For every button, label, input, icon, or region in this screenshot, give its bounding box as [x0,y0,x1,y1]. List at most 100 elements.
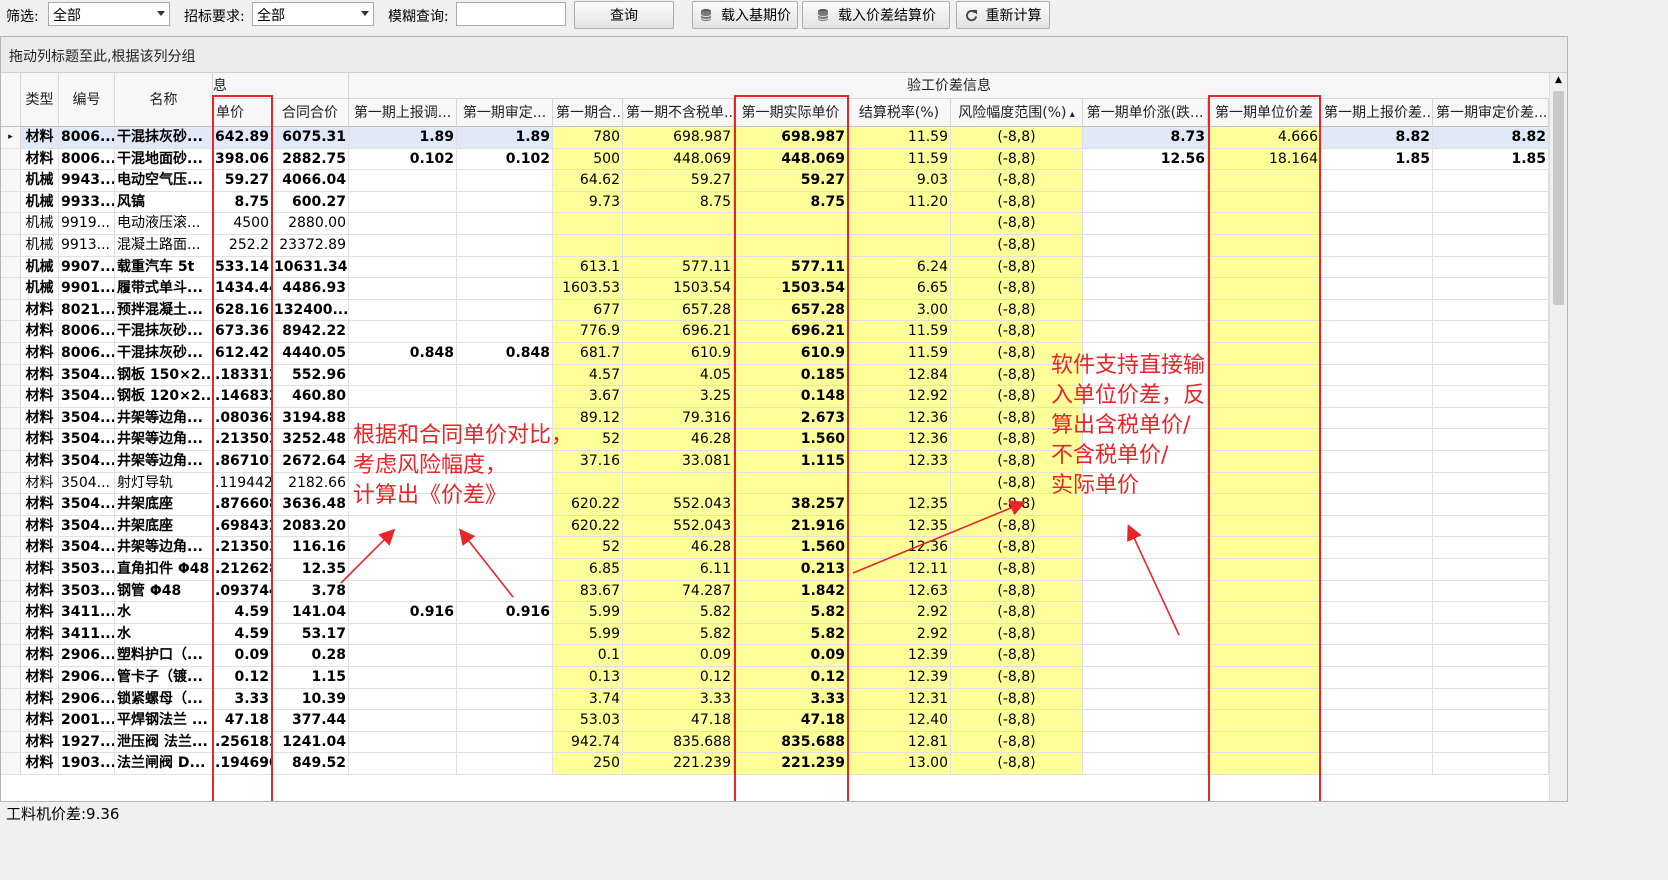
column-header-code[interactable]: 编号 [59,73,115,127]
cell-p1-reported-diff[interactable] [1321,213,1433,235]
cell-contract-total[interactable]: 2882.75 [272,148,349,171]
cell-name[interactable]: 电动空气压... [115,170,213,192]
cell-p1-unit-diff[interactable] [1208,213,1321,235]
cell-p1-reported-adj[interactable] [349,278,457,300]
cell-code[interactable]: 2906... [59,688,115,711]
cell-name[interactable]: 干混抹灰砂... [115,127,213,149]
cell-p1-actual-price[interactable]: 448.069 [734,148,848,171]
cell-p1-contract[interactable]: 64.62 [553,170,623,192]
cell-p1-approved[interactable] [457,235,553,257]
cell-p1-reported-diff[interactable] [1321,235,1433,257]
cell-settle-tax-rate[interactable] [848,472,951,495]
cell-unit-price[interactable]: 47.18 [213,710,272,732]
cell-name[interactable]: 井架等边角... [115,407,213,430]
cell-type[interactable]: 材料 [21,731,59,754]
cell-p1-reported-adj[interactable] [349,688,457,711]
cell-risk-range[interactable]: (-8,8) [951,148,1083,171]
cell-p1-contract[interactable]: 681.7 [553,343,623,365]
cell-name[interactable]: 平焊钢法兰 ... [115,710,213,732]
vertical-scroll-thumb[interactable] [1553,91,1564,305]
cell-type[interactable]: 材料 [21,472,59,495]
cell-p1-unit-diff[interactable] [1208,235,1321,257]
cell-unit-price[interactable]: 398.06 [213,148,272,171]
cell-p1-unit-diff[interactable] [1208,343,1321,365]
cell-code[interactable]: 3504... [59,451,115,473]
cell-p1-approved[interactable]: 0.916 [457,602,553,624]
row-indicator[interactable] [1,386,21,408]
cell-contract-total[interactable]: 2083.20 [272,515,349,538]
cell-p1-untaxed-price[interactable] [623,213,734,235]
cell-p1-price-change[interactable] [1083,191,1208,214]
load-base-price-button[interactable]: 载入基期价 [692,1,798,29]
cell-p1-approved[interactable] [457,170,553,192]
row-indicator[interactable] [1,645,21,667]
cell-p1-unit-diff[interactable] [1208,472,1321,495]
cell-settle-tax-rate[interactable]: 12.63 [848,580,951,603]
cell-risk-range[interactable]: (-8,8) [951,688,1083,711]
cell-unit-price[interactable]: .080368 [213,407,272,430]
cell-p1-contract[interactable]: 942.74 [553,731,623,754]
cell-p1-unit-diff[interactable]: 4.666 [1208,127,1321,149]
cell-p1-unit-diff[interactable] [1208,602,1321,624]
table-row[interactable]: 机械 9933... 风镐 8.75 600.27 9.73 8.75 8.75 11.20 (-… [1,191,1567,214]
cell-unit-price[interactable]: .256183 [213,731,272,754]
cell-contract-total[interactable]: 141.04 [272,602,349,624]
cell-risk-range[interactable]: (-8,8) [951,580,1083,603]
cell-code[interactable]: 8006... [59,127,115,149]
cell-unit-price[interactable]: 1434.44 [213,278,272,300]
cell-code[interactable]: 9913... [59,235,115,257]
row-indicator[interactable] [1,191,21,214]
cell-p1-reported-diff[interactable] [1321,515,1433,538]
row-indicator[interactable] [1,213,21,235]
cell-p1-reported-diff[interactable] [1321,667,1433,689]
filter-select[interactable]: 全部 [48,2,170,26]
cell-name[interactable]: 法兰闸阀 D... [115,753,213,775]
cell-p1-actual-price[interactable]: 0.12 [734,667,848,689]
cell-p1-untaxed-price[interactable]: 610.9 [623,343,734,365]
table-row[interactable]: 材料3504...井架底座.8766083636.48620.22552.043… [1,494,1567,516]
cell-name[interactable]: 井架等边角... [115,537,213,559]
cell-p1-price-change[interactable]: 8.73 [1083,127,1208,149]
cell-p1-untaxed-price[interactable]: 696.21 [623,321,734,343]
cell-p1-reported-diff[interactable] [1321,451,1433,473]
cell-contract-total[interactable]: 53.17 [272,623,349,646]
cell-p1-untaxed-price[interactable]: 3.25 [623,386,734,408]
cell-p1-contract[interactable]: 3.67 [553,386,623,408]
cell-p1-reported-diff[interactable] [1321,580,1433,603]
cell-p1-price-change[interactable] [1083,710,1208,732]
cell-settle-tax-rate[interactable]: 2.92 [848,623,951,646]
row-indicator[interactable] [1,148,21,171]
cell-code[interactable]: 3411... [59,623,115,646]
cell-p1-approved[interactable] [457,213,553,235]
cell-p1-price-change[interactable] [1083,515,1208,538]
cell-risk-range[interactable]: (-8,8) [951,235,1083,257]
cell-p1-untaxed-price[interactable]: 221.239 [623,753,734,775]
cell-unit-price[interactable]: .213503 [213,429,272,451]
cell-p1-untaxed-price[interactable]: 552.043 [623,494,734,516]
cell-settle-tax-rate[interactable]: 12.35 [848,515,951,538]
cell-contract-total[interactable]: 1.15 [272,667,349,689]
cell-unit-price[interactable]: .212628 [213,559,272,581]
table-row[interactable]: 机械 9943... 电动空气压... 59.27 4066.04 64.62 59.27 5… [1,170,1567,192]
row-indicator[interactable] [1,667,21,689]
cell-p1-price-change[interactable] [1083,580,1208,603]
cell-contract-total[interactable]: 3636.48 [272,494,349,516]
cell-code[interactable]: 3504... [59,386,115,408]
cell-name[interactable]: 干混抹灰砂... [115,321,213,343]
table-row[interactable]: 材料 8006... 干混抹灰砂... 673.36 8942.22 776.9 696.2… [1,321,1567,343]
cell-p1-approved-diff[interactable] [1433,515,1549,538]
cell-p1-untaxed-price[interactable] [623,472,734,495]
table-row[interactable]: 机械 9907... 载重汽车 5t 533.14 10631.34 613.1 577.1… [1,256,1567,279]
cell-p1-price-change[interactable] [1083,235,1208,257]
cell-name[interactable]: 干混抹灰砂... [115,343,213,365]
cell-risk-range[interactable]: (-8,8) [951,213,1083,235]
cell-p1-reported-adj[interactable] [349,580,457,603]
cell-p1-approved[interactable] [457,256,553,279]
cell-p1-approved-diff[interactable] [1433,213,1549,235]
cell-name[interactable]: 井架底座 [115,515,213,538]
table-row[interactable]: 材料3503...直角扣件 Φ48.21262812.35 6.856.110.2… [1,559,1567,581]
cell-p1-actual-price[interactable]: 1.560 [734,429,848,451]
cell-settle-tax-rate[interactable]: 2.92 [848,602,951,624]
cell-settle-tax-rate[interactable]: 12.36 [848,407,951,430]
cell-p1-approved-diff[interactable] [1433,494,1549,516]
